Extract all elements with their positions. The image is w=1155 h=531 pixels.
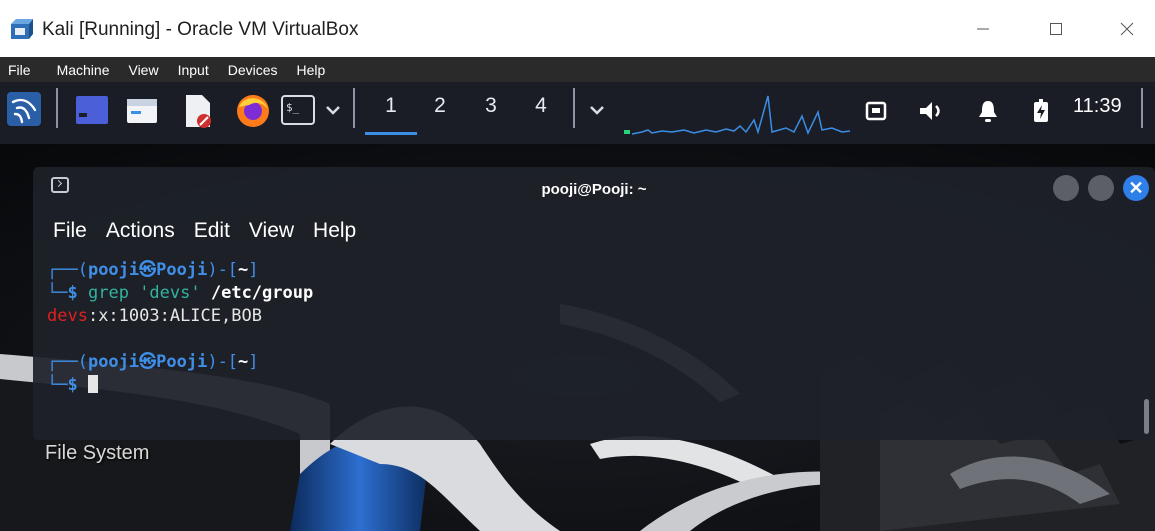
terminal-menu-view[interactable]: View (249, 219, 294, 243)
command-name: grep (87, 283, 129, 303)
close-icon[interactable] (1107, 14, 1147, 44)
prompt-line: ┌──(pooji㉿Pooji)-[~] (47, 352, 259, 372)
workspace-1[interactable]: 1 (376, 94, 406, 118)
host-window-title: Kali [Running] - Oracle VM VirtualBox (42, 19, 359, 40)
prompt-host: Pooji (156, 352, 208, 372)
chevron-down-icon[interactable] (584, 96, 610, 124)
notifications-icon[interactable] (975, 97, 1001, 125)
terminal-menubar: File Actions Edit View Help (53, 219, 375, 243)
vbox-menu-machine[interactable]: Machine (57, 62, 110, 78)
vbox-menu-file[interactable]: File (8, 62, 31, 78)
prompt-line: ┌──(pooji㉿Pooji)-[~] (47, 260, 259, 280)
prompt-dollar: $ (67, 283, 78, 303)
output-rest: :x:1003:ALICE,BOB (87, 306, 262, 326)
terminal-titlebar[interactable]: pooji@Pooji: ~ ✕ (33, 167, 1155, 209)
terminal-window: pooji@Pooji: ~ ✕ File Actions Edit View … (33, 167, 1155, 440)
terminal-menu-edit[interactable]: Edit (194, 219, 230, 243)
terminal-scrollbar[interactable] (1144, 399, 1149, 434)
active-workspace-indicator (365, 132, 417, 135)
battery-icon[interactable] (1030, 98, 1052, 124)
input-line[interactable]: └─$ (47, 374, 1127, 397)
vbox-menu-input[interactable]: Input (178, 62, 209, 78)
terminal-minimize-button[interactable] (1053, 175, 1079, 201)
panel-separator (1141, 88, 1143, 128)
svg-text:$_: $_ (286, 101, 300, 114)
kali-menu-icon[interactable] (6, 90, 42, 128)
virtualbox-icon (11, 19, 33, 39)
vbox-menu-help[interactable]: Help (297, 62, 326, 78)
terminal-menu-actions[interactable]: Actions (106, 219, 175, 243)
workspace-3[interactable]: 3 (476, 94, 506, 118)
command-line: └─$ grep 'devs' /etc/group (47, 283, 314, 303)
network-icon[interactable] (863, 98, 889, 124)
terminal-icon[interactable]: $_ (280, 94, 316, 126)
prompt-dir: ~ (238, 352, 249, 372)
terminal-menu-help[interactable]: Help (313, 219, 356, 243)
panel-separator (56, 88, 58, 128)
vbox-menubar: File Machine View Input Devices Help (0, 57, 1155, 82)
text-cursor (87, 375, 98, 393)
command-pattern: 'devs' (139, 283, 201, 303)
vbox-menu-view[interactable]: View (128, 62, 158, 78)
terminal-output[interactable]: ┌──(pooji㉿Pooji)-[~] └─$ grep 'devs' /et… (47, 259, 1127, 397)
prompt-dollar: $ (67, 375, 78, 395)
prompt-dir: ~ (238, 260, 249, 280)
network-activity-graph-icon (624, 95, 851, 135)
command-path: /etc/group (210, 283, 314, 303)
prompt-user: pooji (87, 352, 140, 372)
panel-clock[interactable]: 11:39 (1073, 95, 1122, 118)
panel-separator (573, 88, 575, 128)
file-manager-icon[interactable] (124, 94, 160, 126)
workspace-2[interactable]: 2 (425, 94, 455, 118)
chevron-down-icon[interactable] (320, 96, 346, 124)
terminal-maximize-button[interactable] (1088, 175, 1114, 201)
terminal-title: pooji@Pooji: ~ (541, 181, 647, 198)
desktop-icon[interactable] (74, 94, 110, 126)
workspace-4[interactable]: 4 (526, 94, 556, 118)
output-line: devs:x:1003:ALICE,BOB (47, 305, 1127, 328)
host-titlebar: Kali [Running] - Oracle VM VirtualBox (0, 0, 1155, 57)
volume-icon[interactable] (917, 97, 945, 125)
minimize-icon[interactable] (963, 14, 1003, 44)
maximize-icon[interactable] (1036, 14, 1076, 44)
vbox-menu-devices[interactable]: Devices (228, 62, 278, 78)
output-match: devs (47, 306, 88, 326)
panel-separator (353, 88, 355, 128)
prompt-host: Pooji (156, 260, 208, 280)
prompt-user: pooji (87, 260, 140, 280)
text-editor-icon[interactable] (179, 93, 215, 129)
terminal-menu-file[interactable]: File (53, 219, 87, 243)
firefox-icon[interactable] (234, 92, 272, 130)
file-system-desktop-icon-label[interactable]: File System (45, 442, 149, 465)
terminal-close-button[interactable]: ✕ (1123, 175, 1149, 201)
